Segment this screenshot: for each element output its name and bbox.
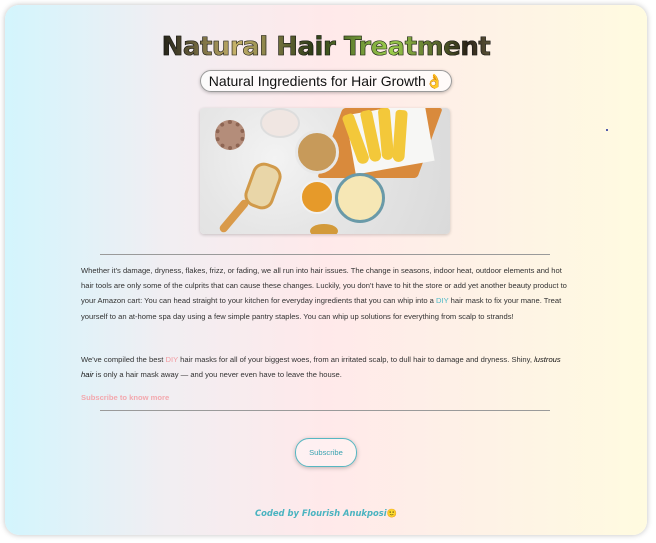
page-title: Natural Hair Treatment <box>5 32 647 63</box>
smile-icon: 🙂 <box>386 508 398 518</box>
subtitle-text: Natural Ingredients for Hair Growth <box>208 73 426 89</box>
subtitle-pill: Natural Ingredients for Hair Growth👌 <box>200 70 452 92</box>
top-divider <box>100 254 550 255</box>
hero-honey-jar <box>300 180 334 214</box>
article-paragraph-2: We've compiled the best DIY hair masks f… <box>81 352 569 382</box>
decorative-dot <box>606 129 608 131</box>
hero-oats-bowl <box>295 130 339 174</box>
p2-text-mid: hair masks for all of your biggest woes,… <box>178 355 535 364</box>
p1-diy-highlight: DIY <box>436 296 449 306</box>
hero-dish <box>260 108 300 138</box>
p2-diy-highlight: DIY <box>165 355 178 364</box>
page-card: Natural Hair Treatment Natural Ingredien… <box>5 5 647 535</box>
p2-text-start: We've compiled the best <box>81 355 166 364</box>
hero-scrunchie <box>215 120 245 150</box>
article-paragraph-1: Whether it's damage, dryness, flakes, fr… <box>81 263 569 324</box>
ok-hand-icon: 👌 <box>425 73 444 89</box>
p2-text-end: is only a hair mask away — and you never… <box>93 370 342 380</box>
footer-credit: Coded by Flourish Anukposi🙂 <box>5 508 647 519</box>
hero-image <box>200 108 450 234</box>
hero-wooden-bowl <box>310 224 338 234</box>
subscribe-button[interactable]: Subscribe <box>295 438 357 467</box>
hero-brush-handle <box>218 198 250 234</box>
footer-credit-text: Coded by Flourish Anukposi <box>254 508 387 518</box>
bottom-divider <box>100 410 550 411</box>
subscribe-link[interactable]: Subscribe to know more <box>81 393 169 402</box>
hero-cream-bowl <box>335 173 385 223</box>
